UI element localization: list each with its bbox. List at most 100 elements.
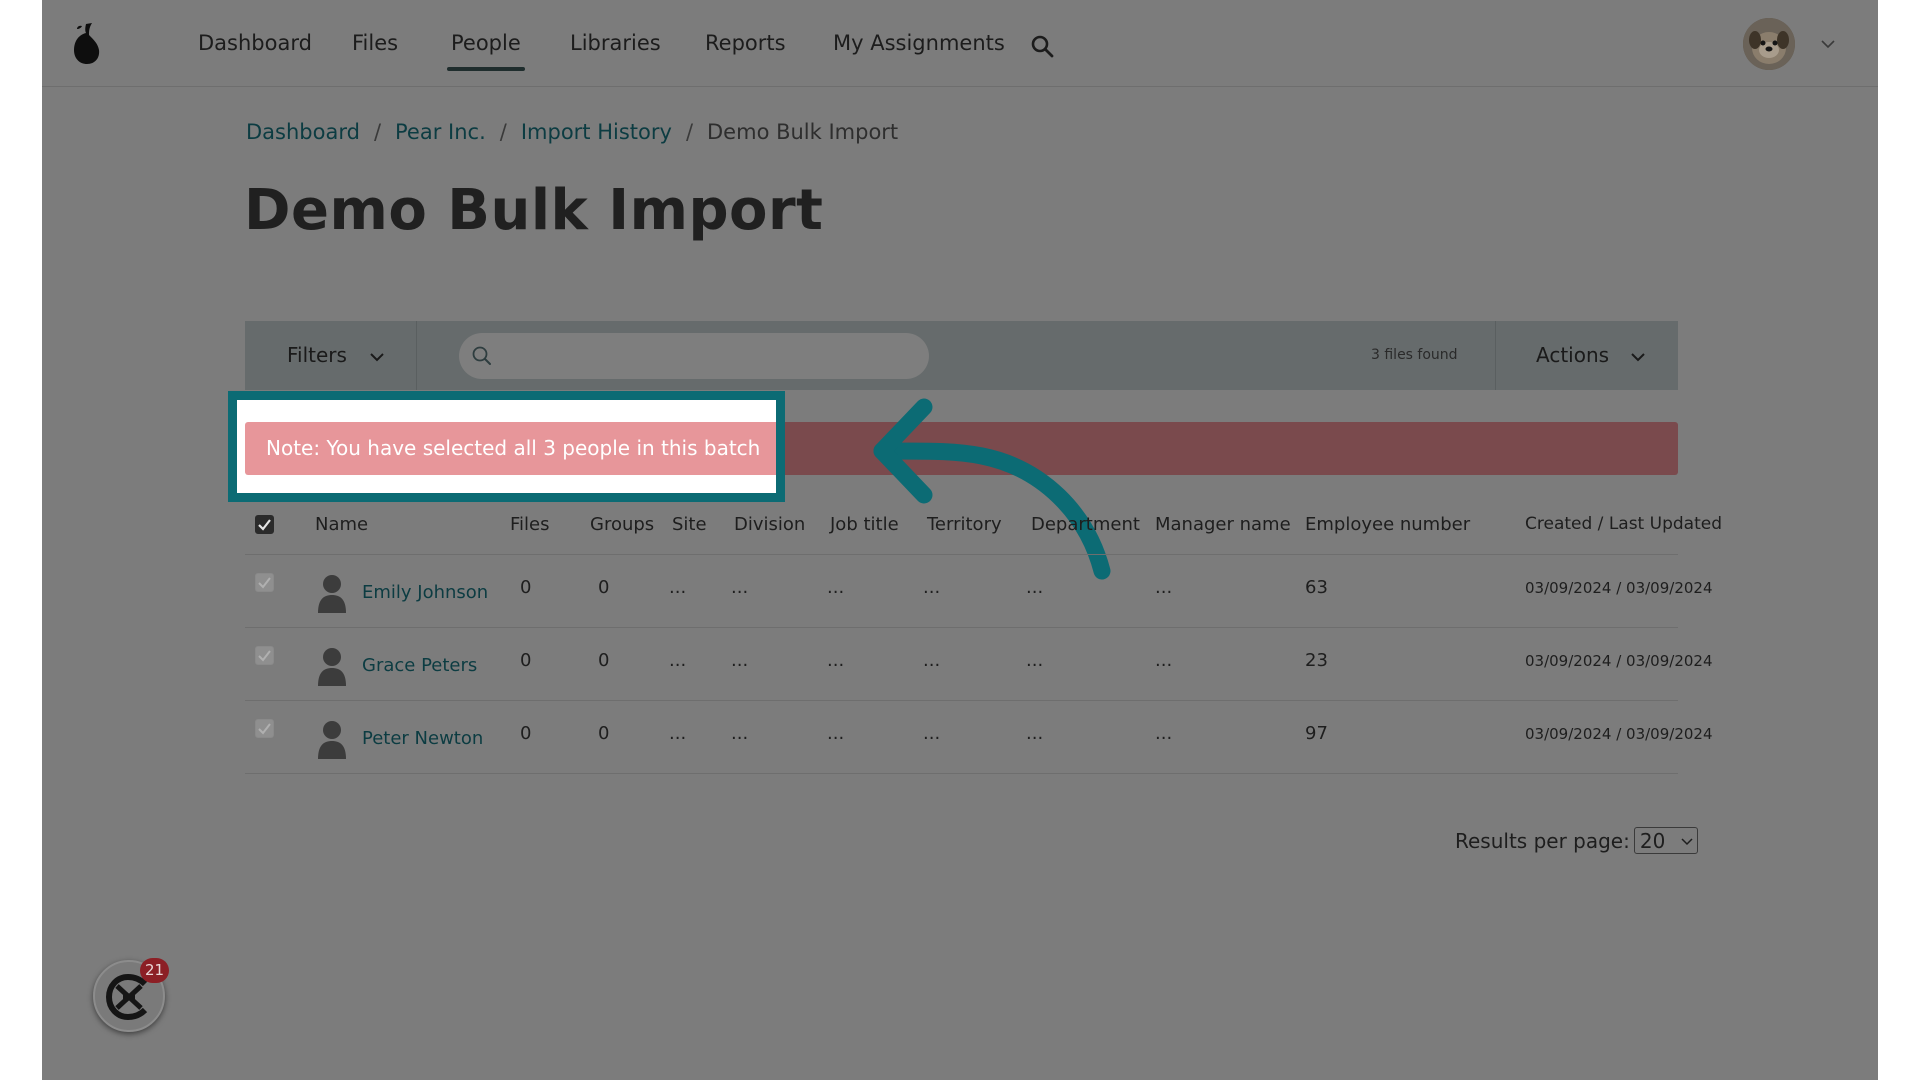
files-count: 0 [520,723,532,744]
table-row[interactable]: Peter Newton 0 0 ... ... ... ... ... ...… [245,701,1713,774]
site-value: ... [669,723,687,744]
nav-libraries[interactable]: Libraries [570,30,661,56]
selection-note-highlighted: Note: You have selected all 3 people in … [245,422,776,475]
app-viewport: Dashboard Files People Libraries Reports… [42,0,1878,1080]
breadcrumb-separator: / [373,120,382,144]
job-title-value: ... [827,577,845,598]
selection-note-text: Note: You have selected all 3 people in … [266,436,761,460]
nav-dashboard[interactable]: Dashboard [198,30,312,56]
employee-number-value: 23 [1305,650,1328,671]
pear-logo-icon[interactable] [68,20,104,66]
groups-count: 0 [598,723,610,744]
department-value: ... [1026,723,1044,744]
search-box[interactable] [459,333,929,379]
employee-number-value: 63 [1305,577,1328,598]
column-header-groups[interactable]: Groups [590,514,654,535]
site-value: ... [669,650,687,671]
manager-value: ... [1155,577,1173,598]
breadcrumb-separator: / [685,120,694,144]
search-input[interactable] [503,341,913,371]
user-avatar[interactable] [1743,18,1795,70]
table-header-row: Name Files Groups Site Division Job titl… [245,496,1722,555]
column-header-department[interactable]: Department [1031,514,1140,535]
dog-avatar-icon [1743,18,1795,70]
person-avatar-icon [318,575,346,613]
filters-label: Filters [287,343,347,367]
division-value: ... [731,723,749,744]
territory-value: ... [923,577,941,598]
results-per-page-select[interactable]: 20 [1633,827,1698,854]
row-checkbox[interactable] [255,646,274,665]
table-row[interactable]: Emily Johnson 0 0 ... ... ... ... ... ..… [245,555,1713,628]
row-checkbox[interactable] [255,719,274,738]
chevron-down-icon [1631,353,1645,362]
breadcrumb-pear-inc[interactable]: Pear Inc. [395,120,486,144]
files-found-count: 3 files found [1371,347,1458,363]
breadcrumb-current: Demo Bulk Import [707,120,899,144]
groups-count: 0 [598,650,610,671]
page-title: Demo Bulk Import [244,178,824,243]
job-title-value: ... [827,650,845,671]
person-avatar-icon [318,648,346,686]
division-value: ... [731,577,749,598]
breadcrumb-import-history[interactable]: Import History [521,120,672,144]
table-toolbar: Filters 3 files found Actions [245,321,1678,390]
manager-value: ... [1155,723,1173,744]
column-header-site[interactable]: Site [672,514,707,535]
manager-value: ... [1155,650,1173,671]
chevron-down-icon [1681,838,1693,846]
department-value: ... [1026,650,1044,671]
checkmark-icon [258,577,271,589]
column-header-manager-name[interactable]: Manager name [1155,514,1291,535]
checkmark-icon [258,519,271,531]
nav-people[interactable]: People [447,30,525,71]
site-value: ... [669,577,687,598]
results-per-page-value: 20 [1639,829,1666,853]
checkmark-icon [258,723,271,735]
division-value: ... [731,650,749,671]
actions-dropdown[interactable]: Actions [1495,321,1678,390]
notification-badge: 21 [140,958,169,983]
files-count: 0 [520,650,532,671]
person-name-link[interactable]: Grace Peters [362,655,477,676]
column-header-files[interactable]: Files [510,514,550,535]
column-header-employee-number[interactable]: Employee number [1305,514,1470,535]
column-header-job-title[interactable]: Job title [830,514,899,535]
territory-value: ... [923,650,941,671]
search-icon[interactable] [1030,34,1054,58]
table-row[interactable]: Grace Peters 0 0 ... ... ... ... ... ...… [245,628,1713,701]
files-count: 0 [520,577,532,598]
territory-value: ... [923,723,941,744]
top-navigation: Dashboard Files People Libraries Reports… [42,0,1878,87]
chevron-down-icon[interactable] [1820,38,1836,50]
groups-count: 0 [598,577,610,598]
column-header-territory[interactable]: Territory [927,514,1002,535]
employee-number-value: 97 [1305,723,1328,744]
breadcrumb-dashboard[interactable]: Dashboard [246,120,360,144]
results-per-page-label: Results per page: [1455,828,1630,853]
created-updated-value: 03/09/2024 / 03/09/2024 [1525,579,1713,597]
checkmark-icon [258,650,271,662]
created-updated-value: 03/09/2024 / 03/09/2024 [1525,652,1713,670]
chat-widget-button[interactable]: 21 [93,958,169,1032]
column-header-division[interactable]: Division [734,514,805,535]
column-header-name[interactable]: Name [315,514,368,535]
breadcrumb: Dashboard / Pear Inc. / Import History /… [246,120,898,144]
breadcrumb-separator: / [499,120,507,144]
filters-dropdown[interactable]: Filters [245,321,417,390]
person-name-link[interactable]: Emily Johnson [362,582,488,603]
nav-reports[interactable]: Reports [705,30,786,56]
column-header-created-updated[interactable]: Created / Last Updated [1525,514,1722,534]
results-per-page: Results per page: 20 [1455,827,1698,854]
search-icon [472,346,491,365]
nav-files[interactable]: Files [352,30,398,56]
department-value: ... [1026,577,1044,598]
select-all-checkbox[interactable] [255,515,274,534]
row-checkbox[interactable] [255,573,274,592]
chevron-down-icon [370,353,384,362]
actions-label: Actions [1536,343,1610,367]
nav-my-assignments[interactable]: My Assignments [833,30,1005,56]
created-updated-value: 03/09/2024 / 03/09/2024 [1525,725,1713,743]
person-name-link[interactable]: Peter Newton [362,728,483,749]
person-avatar-icon [318,721,346,759]
